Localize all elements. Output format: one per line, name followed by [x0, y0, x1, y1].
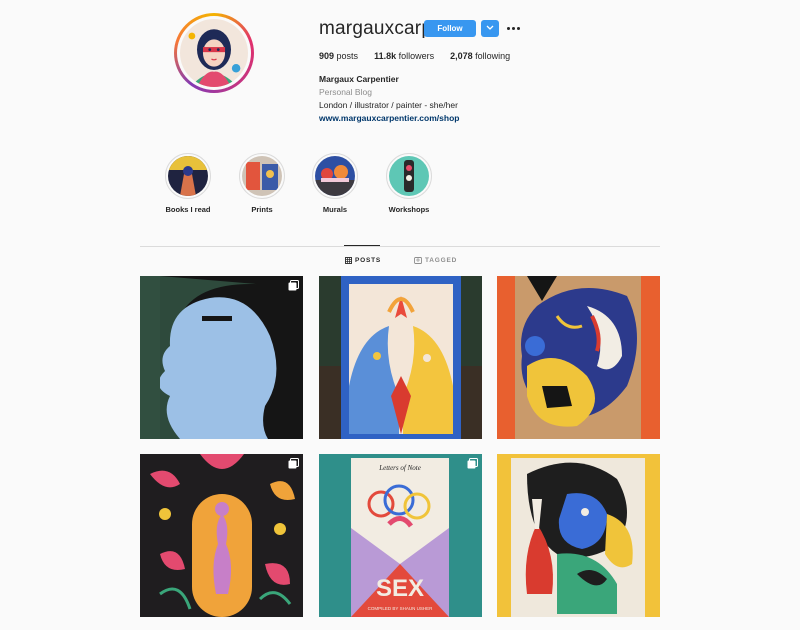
- active-tab-indicator: [344, 245, 380, 246]
- book-cover-subtitle: Letters of Note: [378, 464, 421, 472]
- tab-posts-label: POSTS: [355, 257, 382, 264]
- highlight-murals[interactable]: Murals: [300, 153, 370, 214]
- post-image-colorful-figure: [497, 454, 660, 617]
- tab-tagged[interactable]: TAGGED: [414, 257, 457, 264]
- tabs-divider: [140, 246, 660, 247]
- following-count-value: 2,078: [450, 51, 473, 61]
- profile-stats: 909 posts 11.8k followers 2,078 followin…: [319, 51, 526, 61]
- tab-posts[interactable]: POSTS: [345, 257, 381, 264]
- highlight-thumbnail: [389, 156, 429, 196]
- post-tile[interactable]: [497, 454, 660, 617]
- post-tile[interactable]: [319, 276, 482, 439]
- book-cover-compiled-by: COMPILED BY SHAUN USHER: [368, 606, 433, 611]
- avatar-illustration: [180, 19, 248, 87]
- more-options-button[interactable]: [506, 21, 522, 35]
- suggested-dropdown-button[interactable]: [481, 20, 499, 37]
- followers-count-value: 11.8k: [374, 51, 397, 61]
- highlight-label: Murals: [322, 205, 348, 214]
- multiple-photos-icon: [288, 458, 299, 469]
- tab-tagged-label: TAGGED: [425, 257, 458, 264]
- post-image-abstract-face: [497, 276, 660, 439]
- highlight-prints[interactable]: Prints: [227, 153, 297, 214]
- highlight-thumbnail: [315, 156, 355, 196]
- posts-count-value: 909: [319, 51, 335, 61]
- full-name: Margaux Carpentier: [319, 74, 399, 84]
- profile-avatar[interactable]: [174, 13, 254, 93]
- tag-icon: [414, 257, 422, 264]
- follow-button[interactable]: Follow: [424, 20, 476, 37]
- highlight-label: Books I read: [165, 205, 211, 214]
- multiple-photos-icon: [467, 458, 478, 469]
- grid-icon: [345, 257, 352, 264]
- post-image-two-faces: [319, 276, 482, 439]
- posts-count-label: posts: [336, 51, 359, 61]
- highlight-books-i-read[interactable]: Books I read: [153, 153, 223, 214]
- highlight-label: Prints: [251, 205, 273, 214]
- chevron-down-icon: [486, 25, 494, 30]
- post-tile[interactable]: [140, 454, 303, 617]
- bio-text: London / illustrator / painter - she/her: [319, 100, 458, 110]
- website-link[interactable]: www.margauxcarpentier.com/shop: [319, 113, 459, 123]
- posts-count: 909 posts: [319, 51, 358, 61]
- book-cover-title: SEX: [376, 575, 424, 602]
- followers-count-label: followers: [398, 51, 435, 61]
- highlight-thumbnail: [242, 156, 282, 196]
- post-image-blue-profile: [140, 276, 303, 439]
- post-tile[interactable]: Letters of Note SEX COMPILED BY SHAUN US…: [319, 454, 482, 617]
- account-category: Personal Blog: [319, 87, 372, 97]
- post-tile[interactable]: [497, 276, 660, 439]
- highlight-label: Workshops: [388, 205, 430, 214]
- following-count-label: following: [475, 51, 511, 61]
- post-image-floral-figure: [140, 454, 303, 617]
- highlight-thumbnail: [168, 156, 208, 196]
- followers-count[interactable]: 11.8k followers: [374, 51, 434, 61]
- following-count[interactable]: 2,078 following: [450, 51, 510, 61]
- post-image-sex-book-cover: Letters of Note SEX COMPILED BY SHAUN US…: [319, 454, 482, 617]
- post-tile[interactable]: [140, 276, 303, 439]
- multiple-photos-icon: [288, 280, 299, 291]
- highlight-workshops[interactable]: Workshops: [374, 153, 444, 214]
